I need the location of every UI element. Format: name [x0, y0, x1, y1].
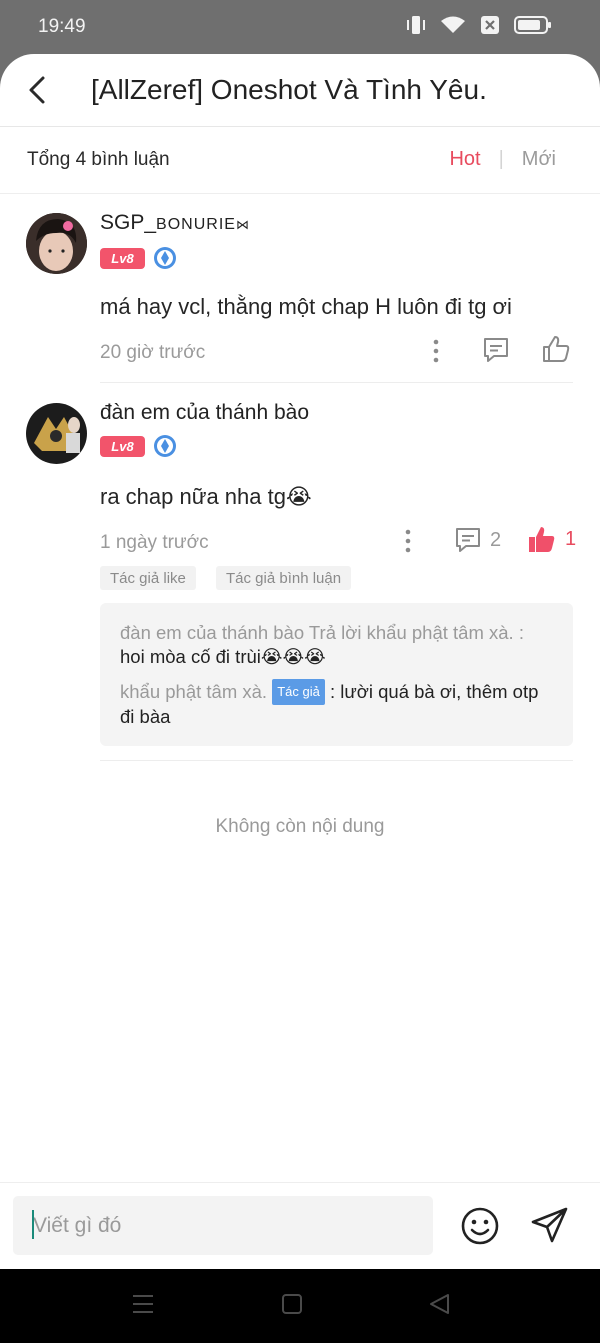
status-bar: 19:49 — [0, 0, 600, 54]
user-badges: Lv8 — [100, 246, 177, 270]
reply-text: hoi mòa cố đi trùi😭😭😭 — [120, 646, 326, 667]
like-button[interactable] — [541, 334, 571, 364]
system-nav-bar — [0, 1269, 600, 1343]
reply-prefix: đàn em của thánh bào Trả lời khẩu phật t… — [120, 622, 524, 643]
author-comment-tag: Tác giả bình luận — [216, 566, 352, 590]
comment-summary-bar: Tổng 4 bình luận Hot | Mới — [0, 127, 600, 194]
comment-total: Tổng 4 bình luận — [27, 149, 170, 170]
more-options-button[interactable] — [402, 528, 414, 554]
emoji-icon[interactable] — [460, 1206, 500, 1246]
comment-username[interactable]: SGP_BONURIE⋈ — [100, 211, 249, 235]
comment-time: 1 ngày trước — [100, 532, 209, 553]
status-icons — [406, 14, 552, 36]
author-like-tag: Tác giả like — [100, 566, 196, 590]
comment-input[interactable] — [13, 1196, 433, 1255]
thumbs-up-filled-icon — [529, 527, 555, 552]
tab-separator: | — [498, 148, 504, 170]
verified-icon — [154, 247, 176, 269]
verified-icon — [154, 435, 176, 457]
reply-prefix: khẩu phật tâm xà. — [120, 681, 268, 702]
replies-box[interactable]: đàn em của thánh bào Trả lời khẩu phật t… — [100, 603, 573, 746]
reply-item: đàn em của thánh bào Trả lời khẩu phật t… — [120, 621, 553, 669]
no-sim-icon — [481, 16, 499, 34]
comment-input-bar — [0, 1182, 600, 1269]
menu-icon[interactable] — [132, 1293, 154, 1315]
back-icon[interactable] — [22, 72, 54, 108]
end-of-list-text: Không còn nội dung — [215, 816, 385, 837]
more-vertical-icon — [433, 339, 439, 363]
sort-tabs: Hot | Mới — [449, 148, 556, 171]
like-count: 1 — [565, 527, 577, 550]
comment-divider — [100, 760, 573, 761]
vibrate-icon — [407, 16, 425, 34]
author-badge: Tác giả — [272, 679, 325, 705]
back-nav-icon[interactable] — [428, 1293, 450, 1315]
text-caret — [32, 1210, 34, 1239]
user-badges: Lv8 — [100, 434, 177, 458]
level-badge: Lv8 — [100, 247, 145, 269]
comment-icon — [484, 338, 508, 362]
avatar[interactable] — [26, 213, 87, 274]
more-vertical-icon — [405, 529, 411, 553]
reply-button[interactable]: 2 — [454, 526, 501, 554]
home-icon[interactable] — [282, 1293, 302, 1315]
tab-new[interactable]: Mới — [522, 148, 556, 171]
avatar-image — [26, 213, 87, 274]
reply-item: khẩu phật tâm xà. Tác giả : lười quá bà … — [120, 679, 553, 729]
comment-icon — [456, 528, 480, 552]
comment-time: 20 giờ trước — [100, 342, 206, 363]
like-button[interactable]: 1 — [527, 524, 576, 554]
more-options-button[interactable] — [430, 338, 442, 364]
level-badge: Lv8 — [100, 435, 145, 457]
tab-hot[interactable]: Hot — [449, 148, 480, 171]
comment-username[interactable]: đàn em của thánh bào — [100, 401, 309, 425]
reply-button[interactable] — [482, 336, 510, 364]
comment-text: má hay vcl, thằng một chap H luôn đi tg … — [100, 294, 512, 319]
battery-icon — [514, 16, 551, 34]
reply-count: 2 — [490, 528, 502, 551]
header: [AllZeref] Oneshot Và Tình Yêu. — [0, 54, 600, 127]
avatar[interactable] — [26, 403, 87, 464]
thumbs-up-icon — [543, 336, 570, 362]
page-title: [AllZeref] Oneshot Và Tình Yêu. — [91, 74, 487, 105]
comments-sheet: [AllZeref] Oneshot Và Tình Yêu. Tổng 4 b… — [0, 54, 600, 1269]
wifi-icon — [441, 16, 465, 33]
send-icon[interactable] — [530, 1205, 570, 1245]
avatar-image — [26, 403, 87, 464]
comment-divider — [100, 382, 573, 383]
status-time: 19:49 — [38, 16, 86, 37]
comment-text: ra chap nữa nha tg😭 — [100, 484, 312, 509]
